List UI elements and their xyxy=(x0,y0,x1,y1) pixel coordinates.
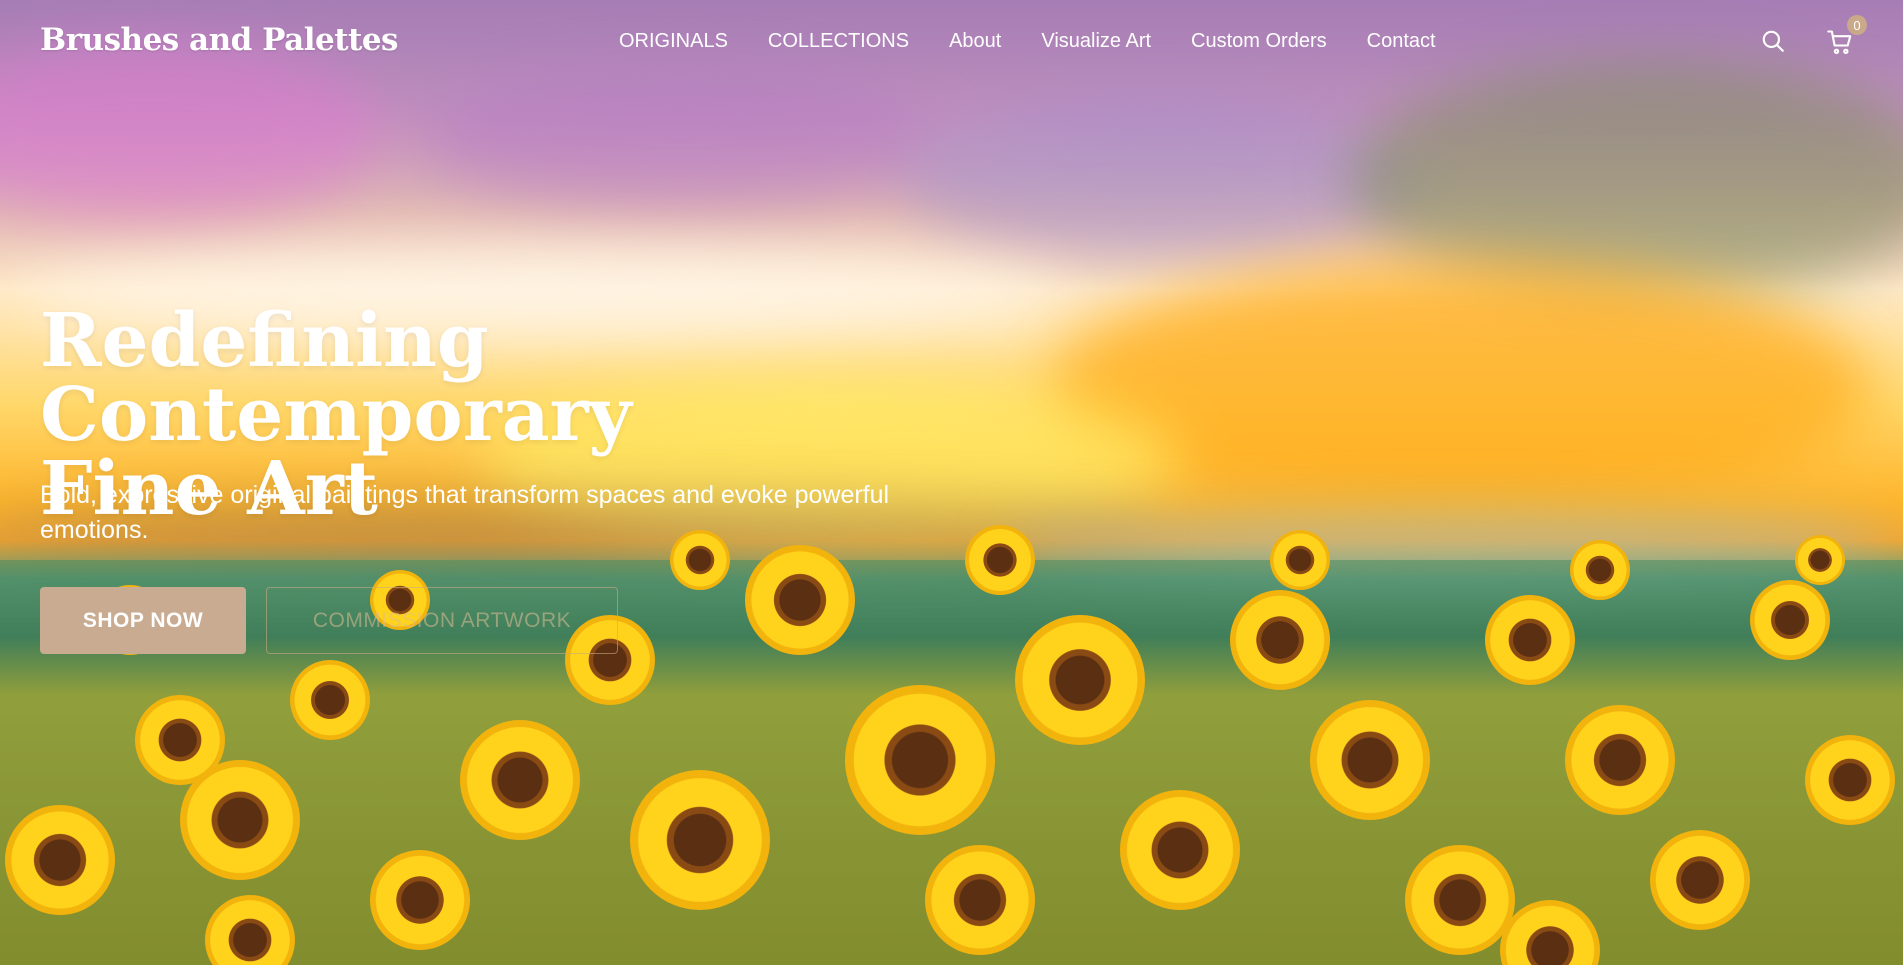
sunflower-decoration xyxy=(1795,535,1845,585)
sunflower-decoration xyxy=(1805,735,1895,825)
sunflower-decoration xyxy=(1230,590,1330,690)
sunflower-decoration xyxy=(5,805,115,915)
commission-artwork-button[interactable]: COMMISSION ARTWORK xyxy=(266,587,618,654)
brand-logo[interactable]: Brushes and Palettes xyxy=(40,22,399,58)
nav-contact[interactable]: Contact xyxy=(1367,30,1436,53)
sunflower-decoration xyxy=(925,845,1035,955)
sunflower-decoration xyxy=(1570,540,1630,600)
sunflower-decoration xyxy=(1750,580,1830,660)
shop-now-button[interactable]: SHOP NOW xyxy=(40,587,246,654)
sunflower-decoration xyxy=(1310,700,1430,820)
sunflower-decoration xyxy=(180,760,300,880)
sunflower-decoration xyxy=(845,685,995,835)
sunflower-decoration xyxy=(1405,845,1515,955)
sunflower-decoration xyxy=(1485,595,1575,685)
nav-visualize-art[interactable]: Visualize Art xyxy=(1041,30,1151,53)
nav-collections[interactable]: COLLECTIONS xyxy=(768,30,909,53)
search-icon[interactable] xyxy=(1760,28,1790,58)
hero-subtitle: Bold, expressive original paintings that… xyxy=(40,481,890,544)
sunflower-decoration xyxy=(460,720,580,840)
nav-originals[interactable]: ORIGINALS xyxy=(619,30,728,53)
sunflower-decoration xyxy=(1650,830,1750,930)
sunflower-decoration xyxy=(1120,790,1240,910)
sunflower-decoration xyxy=(1015,615,1145,745)
nav-about[interactable]: About xyxy=(949,30,1001,53)
hero-title-line-1: Redefining Contemporary xyxy=(40,298,632,458)
nav-custom-orders[interactable]: Custom Orders xyxy=(1191,30,1327,53)
sunflower-decoration xyxy=(630,770,770,910)
cloud-stroke xyxy=(420,70,940,210)
sunflower-decoration xyxy=(370,850,470,950)
cloud-stroke xyxy=(900,100,1420,260)
cart-count-badge: 0 xyxy=(1847,15,1867,35)
main-nav: ORIGINALS COLLECTIONS About Visualize Ar… xyxy=(619,30,1436,53)
hero-section: Brushes and Palettes ORIGINALS COLLECTIO… xyxy=(0,0,1903,965)
sunflower-decoration xyxy=(745,545,855,655)
sunflower-decoration xyxy=(1565,705,1675,815)
sunflower-decoration xyxy=(290,660,370,740)
sunset-glow xyxy=(1050,260,1870,520)
sunflower-decoration xyxy=(1270,530,1330,590)
site-header: Brushes and Palettes ORIGINALS COLLECTIO… xyxy=(0,0,1903,86)
